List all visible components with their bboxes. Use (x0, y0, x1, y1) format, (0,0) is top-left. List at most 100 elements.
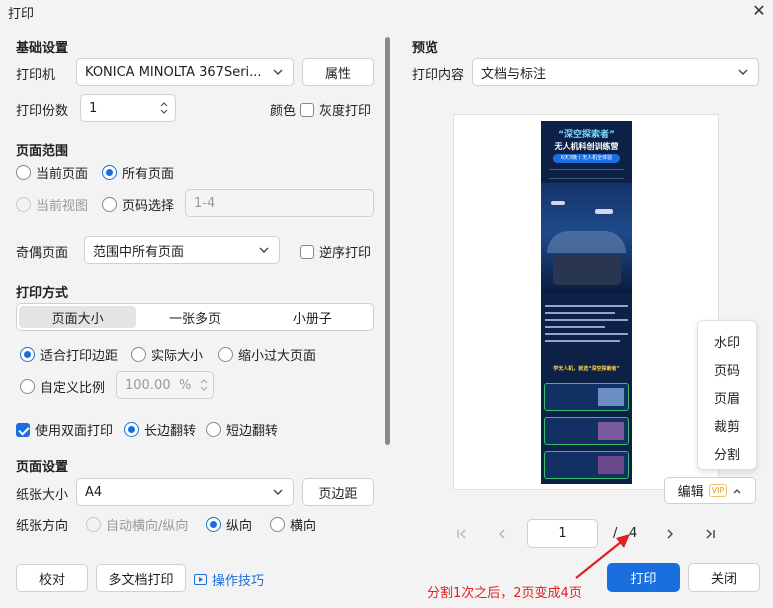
checkbox-checked-icon (16, 422, 30, 437)
prev-page-icon[interactable] (495, 527, 509, 541)
radio-icon (270, 517, 285, 532)
radio-icon (206, 422, 221, 437)
close-button[interactable]: 关闭 (688, 563, 760, 592)
radio-label: 实际大小 (151, 349, 204, 364)
poster-card-3 (544, 451, 629, 479)
left-panel-scrollbar[interactable] (385, 37, 390, 445)
tips-link[interactable]: 操作技巧 (194, 570, 264, 589)
copies-value: 1 (89, 100, 98, 116)
radio-label: 横向 (290, 519, 317, 534)
poster-badge: 6天3晚丨无人机全体验 (553, 154, 620, 163)
radio-landscape[interactable]: 横向 (270, 515, 316, 534)
last-page-icon[interactable] (703, 527, 717, 541)
page-range-heading: 页面范围 (16, 144, 69, 159)
poster-thumbnail: “深空探索者” 无人机科创训练营 6天3晚丨无人机全体验 学无人机，就选“深空探… (541, 121, 632, 484)
reverse-checkbox[interactable]: 逆序打印 (300, 242, 371, 261)
reverse-label: 逆序打印 (319, 246, 372, 261)
radio-label: 自动横向/纵向 (106, 519, 189, 534)
radio-actual-size[interactable]: 实际大小 (131, 345, 203, 364)
copies-stepper[interactable]: 1 (80, 94, 176, 122)
odd-even-label: 奇偶页面 (16, 246, 69, 261)
edit-button[interactable]: 编辑 VIP (664, 477, 756, 504)
radio-label: 所有页面 (122, 167, 175, 182)
chevron-up-icon (733, 488, 741, 493)
checkbox-icon (300, 244, 314, 259)
radio-label: 当前页面 (36, 167, 89, 182)
first-page-icon[interactable] (455, 527, 469, 541)
radio-portrait[interactable]: 纵向 (206, 515, 252, 534)
poster-title-1: “深空探索者” (558, 130, 615, 140)
grayscale-checkbox[interactable]: 灰度打印 (300, 100, 371, 119)
paper-size-label: 纸张大小 (16, 488, 69, 503)
duplex-label: 使用双面打印 (35, 424, 114, 439)
odd-even-select[interactable]: 范围中所有页面 (84, 236, 280, 264)
poster-hero-image (541, 183, 632, 293)
radio-disabled-icon (86, 517, 101, 532)
printer-select[interactable]: KONICA MINOLTA 367Seri... (76, 58, 294, 86)
print-content-label: 打印内容 (412, 68, 465, 83)
menu-item-header[interactable]: 页眉 (698, 388, 756, 407)
stepper-arrows-icon[interactable] (159, 98, 169, 118)
title-bar (0, 0, 773, 24)
page-select-input[interactable]: 1-4 (185, 189, 374, 217)
duplex-checkbox[interactable]: 使用双面打印 (16, 420, 113, 439)
close-icon[interactable]: ✕ (748, 0, 770, 22)
radio-disabled-icon (16, 197, 31, 212)
odd-even-value: 范围中所有页面 (93, 244, 185, 260)
menu-item-page-number[interactable]: 页码 (698, 360, 756, 379)
poster-slogan: 学无人机，就选“深空探索者” (553, 366, 620, 372)
printer-value: KONICA MINOLTA 367Seri... (85, 64, 262, 80)
next-page-icon[interactable] (663, 527, 677, 541)
radio-shrink-large[interactable]: 缩小过大页面 (218, 345, 316, 364)
radio-label: 当前视图 (36, 199, 89, 214)
radio-label: 短边翻转 (226, 424, 279, 439)
students-group (553, 255, 621, 285)
radio-short-edge[interactable]: 短边翻转 (206, 420, 278, 439)
print-content-select[interactable]: 文档与标注 (472, 58, 759, 86)
radio-label: 纵向 (226, 519, 253, 534)
properties-button[interactable]: 属性 (302, 58, 374, 86)
play-icon (194, 574, 207, 585)
chevron-down-icon (273, 69, 283, 75)
edit-label: 编辑 (677, 485, 704, 500)
radio-label: 长边翻转 (144, 424, 197, 439)
radio-page-select[interactable]: 页码选择 (102, 195, 174, 214)
menu-item-watermark[interactable]: 水印 (698, 332, 756, 351)
radio-fit-margin[interactable]: 适合打印边距 (20, 345, 118, 364)
tab-page-size[interactable]: 页面大小 (19, 306, 137, 328)
proofread-button[interactable]: 校对 (16, 564, 88, 592)
tab-booklet[interactable]: 小册子 (254, 306, 371, 328)
print-button[interactable]: 打印 (607, 563, 680, 592)
poster-card-1 (544, 383, 629, 411)
radio-checked-icon (20, 347, 35, 362)
menu-item-crop[interactable]: 裁剪 (698, 416, 756, 435)
radio-icon (20, 379, 35, 394)
annotation-text: 分割1次之后，2页变成4页 (427, 586, 582, 601)
margins-button[interactable]: 页边距 (302, 478, 374, 506)
radio-icon (102, 197, 117, 212)
radio-all-pages[interactable]: 所有页面 (102, 163, 174, 182)
custom-scale-value: 100.00 (125, 377, 171, 393)
paper-size-value: A4 (85, 484, 103, 500)
radio-long-edge[interactable]: 长边翻转 (124, 420, 196, 439)
multi-doc-print-button[interactable]: 多文档打印 (96, 564, 186, 592)
radio-label: 适合打印边距 (40, 349, 119, 364)
radio-label: 自定义比例 (40, 381, 106, 396)
radio-label: 缩小过大页面 (238, 349, 317, 364)
custom-scale-input[interactable]: 100.00 % (116, 371, 214, 399)
tab-multi-page[interactable]: 一张多页 (136, 306, 253, 328)
preview-heading: 预览 (412, 41, 439, 56)
chevron-down-icon (738, 69, 748, 75)
percent-unit: % (179, 377, 192, 393)
radio-auto-orientation: 自动横向/纵向 (86, 515, 188, 534)
print-content-value: 文档与标注 (481, 66, 547, 82)
paper-size-select[interactable]: A4 (76, 478, 294, 506)
color-label: 颜色 (270, 104, 297, 119)
stepper-arrows-icon[interactable] (199, 375, 209, 395)
menu-item-split[interactable]: 分割 (698, 444, 756, 463)
print-mode-tabs: 页面大小 一张多页 小册子 (16, 303, 374, 331)
chevron-down-icon (273, 489, 283, 495)
radio-current-page[interactable]: 当前页面 (16, 163, 88, 182)
radio-checked-icon (206, 517, 221, 532)
radio-custom-scale[interactable]: 自定义比例 (20, 377, 105, 396)
